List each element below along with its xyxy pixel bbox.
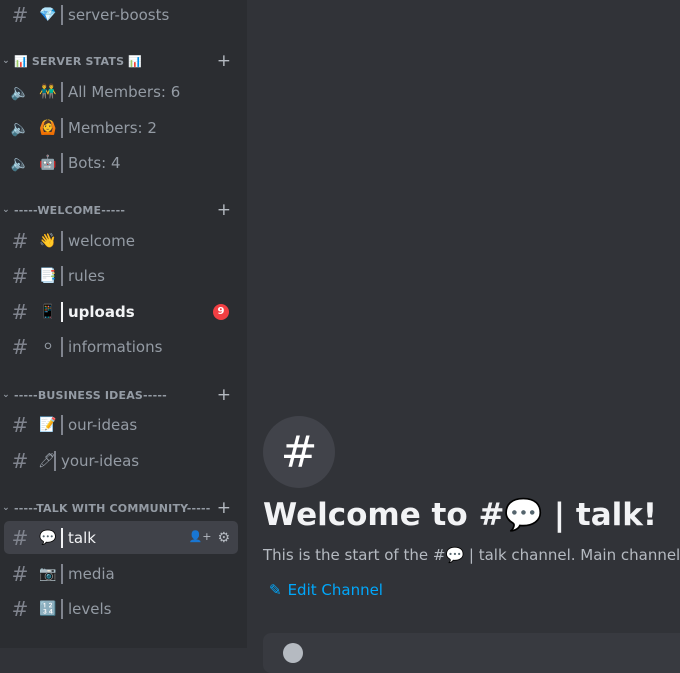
channel-name: welcome xyxy=(68,231,135,250)
locked-voice-icon: 🔈 xyxy=(10,153,30,172)
category-name: 📊 SERVER STATS 📊 xyxy=(14,54,143,68)
separator xyxy=(61,598,63,619)
create-channel-plus-icon[interactable]: + xyxy=(214,385,234,405)
create-invite-icon[interactable]: 👤+ xyxy=(189,530,212,546)
separator xyxy=(54,450,56,471)
channel-server-boosts[interactable]: # 💎 server-boosts xyxy=(4,0,238,31)
channel-all-members[interactable]: 🔈 👬 All Members: 6 xyxy=(4,75,238,108)
message-composer[interactable] xyxy=(263,633,680,673)
separator xyxy=(61,117,63,138)
separator xyxy=(61,414,63,435)
edit-channel-link[interactable]: ✎ Edit Channel xyxy=(269,581,383,599)
chat-area: # Welcome to #💬 | talk! This is the star… xyxy=(247,0,680,673)
edit-channel-label: Edit Channel xyxy=(287,581,383,599)
channel-name: rules xyxy=(68,266,105,285)
pen-emoji-icon: 🖊 xyxy=(38,452,56,469)
category-talk-with-community[interactable]: ⌄ -----TALK WITH COMMUNITY----- + xyxy=(0,498,240,518)
text-channel-icon: # xyxy=(11,263,29,288)
separator xyxy=(61,563,63,584)
channel-levels[interactable]: # 🔢 levels xyxy=(4,592,238,625)
category-name: -----WELCOME----- xyxy=(14,203,126,217)
category-server-stats[interactable]: ⌄ 📊 SERVER STATS 📊 + xyxy=(0,51,240,71)
text-channel-icon: # xyxy=(11,299,29,324)
channel-members[interactable]: 🔈 🙆 Members: 2 xyxy=(4,111,238,144)
waving-hand-emoji-icon: 👋 xyxy=(39,232,57,249)
welcome-subtitle: This is the start of the #💬 | talk chann… xyxy=(263,546,680,564)
channel-uploads[interactable]: # 📱 uploads 9 xyxy=(4,295,238,328)
channel-name: server-boosts xyxy=(68,5,170,24)
person-gesture-emoji-icon: 🙆 xyxy=(39,119,57,136)
text-channel-icon: # xyxy=(11,561,29,586)
channel-talk[interactable]: # 💬 talk 👤+ ⚙ xyxy=(4,521,238,554)
text-channel-icon: # xyxy=(11,412,29,437)
text-channel-icon: # xyxy=(11,596,29,621)
create-channel-plus-icon[interactable]: + xyxy=(214,51,234,71)
separator xyxy=(61,527,63,548)
text-channel-icon: # xyxy=(11,2,29,27)
mention-badge: 9 xyxy=(213,303,229,320)
channel-bots[interactable]: 🔈 🤖 Bots: 4 xyxy=(4,146,238,179)
channel-your-ideas[interactable]: # 🖊 your-ideas xyxy=(4,444,238,477)
text-channel-icon: # xyxy=(11,334,29,359)
channel-sidebar: # 💎 server-boosts ⌄ 📊 SERVER STATS 📊 + 🔈… xyxy=(0,0,247,648)
text-channel-icon: # xyxy=(11,448,29,473)
channel-name: All Members: 6 xyxy=(68,82,181,101)
channel-name: talk xyxy=(68,528,96,547)
welcome-title: Welcome to #💬 | talk! xyxy=(263,497,658,533)
create-channel-plus-icon[interactable]: + xyxy=(214,498,234,518)
channel-rules[interactable]: # 📑 rules xyxy=(4,259,238,292)
white-circle-emoji-icon: ⚪ xyxy=(42,338,54,355)
channel-name: uploads xyxy=(68,302,135,321)
text-channel-icon: # xyxy=(11,228,29,253)
memo-emoji-icon: 📝 xyxy=(39,416,57,433)
channel-name: Members: 2 xyxy=(68,118,157,137)
add-attachment-icon[interactable] xyxy=(283,643,303,663)
separator xyxy=(61,265,63,286)
locked-voice-icon: 🔈 xyxy=(10,118,30,137)
chevron-down-icon: ⌄ xyxy=(2,390,10,400)
chevron-down-icon: ⌄ xyxy=(2,503,10,513)
separator xyxy=(61,230,63,251)
robot-emoji-icon: 🤖 xyxy=(39,154,57,171)
category-name: -----BUSINESS IDEAS----- xyxy=(14,388,167,402)
phone-emoji-icon: 📱 xyxy=(39,303,57,320)
people-emoji-icon: 👬 xyxy=(39,83,57,100)
channel-name: media xyxy=(68,564,115,583)
locked-voice-icon: 🔈 xyxy=(10,82,30,101)
create-channel-plus-icon[interactable]: + xyxy=(214,200,234,220)
separator xyxy=(61,336,63,357)
document-emoji-icon: 📑 xyxy=(39,267,57,284)
channel-welcome[interactable]: # 👋 welcome xyxy=(4,224,238,257)
gear-icon[interactable]: ⚙ xyxy=(217,530,230,546)
channel-our-ideas[interactable]: # 📝 our-ideas xyxy=(4,408,238,441)
channel-name: levels xyxy=(68,599,112,618)
channel-name: Bots: 4 xyxy=(68,153,121,172)
chevron-down-icon: ⌄ xyxy=(2,56,10,66)
category-welcome[interactable]: ⌄ -----WELCOME----- + xyxy=(0,200,240,220)
pencil-icon: ✎ xyxy=(269,581,282,599)
channel-name: your-ideas xyxy=(61,451,140,470)
speech-bubble-emoji-icon: 💬 xyxy=(39,529,57,546)
category-name: -----TALK WITH COMMUNITY----- xyxy=(14,501,211,515)
diamond-emoji-icon: 💎 xyxy=(39,6,57,23)
separator xyxy=(61,301,63,322)
category-business-ideas[interactable]: ⌄ -----BUSINESS IDEAS----- + xyxy=(0,385,240,405)
camera-emoji-icon: 📷 xyxy=(39,565,57,582)
channel-media[interactable]: # 📷 media xyxy=(4,557,238,590)
separator xyxy=(61,152,63,173)
chevron-down-icon: ⌄ xyxy=(2,205,10,215)
separator xyxy=(61,4,63,25)
channel-name: informations xyxy=(68,337,163,356)
text-channel-icon: # xyxy=(11,525,29,550)
channel-name: our-ideas xyxy=(68,415,138,434)
separator xyxy=(61,81,63,102)
channel-hash-icon: # xyxy=(263,416,335,488)
channel-informations[interactable]: # ⚪ informations xyxy=(4,330,238,363)
numbers-emoji-icon: 🔢 xyxy=(39,600,57,617)
